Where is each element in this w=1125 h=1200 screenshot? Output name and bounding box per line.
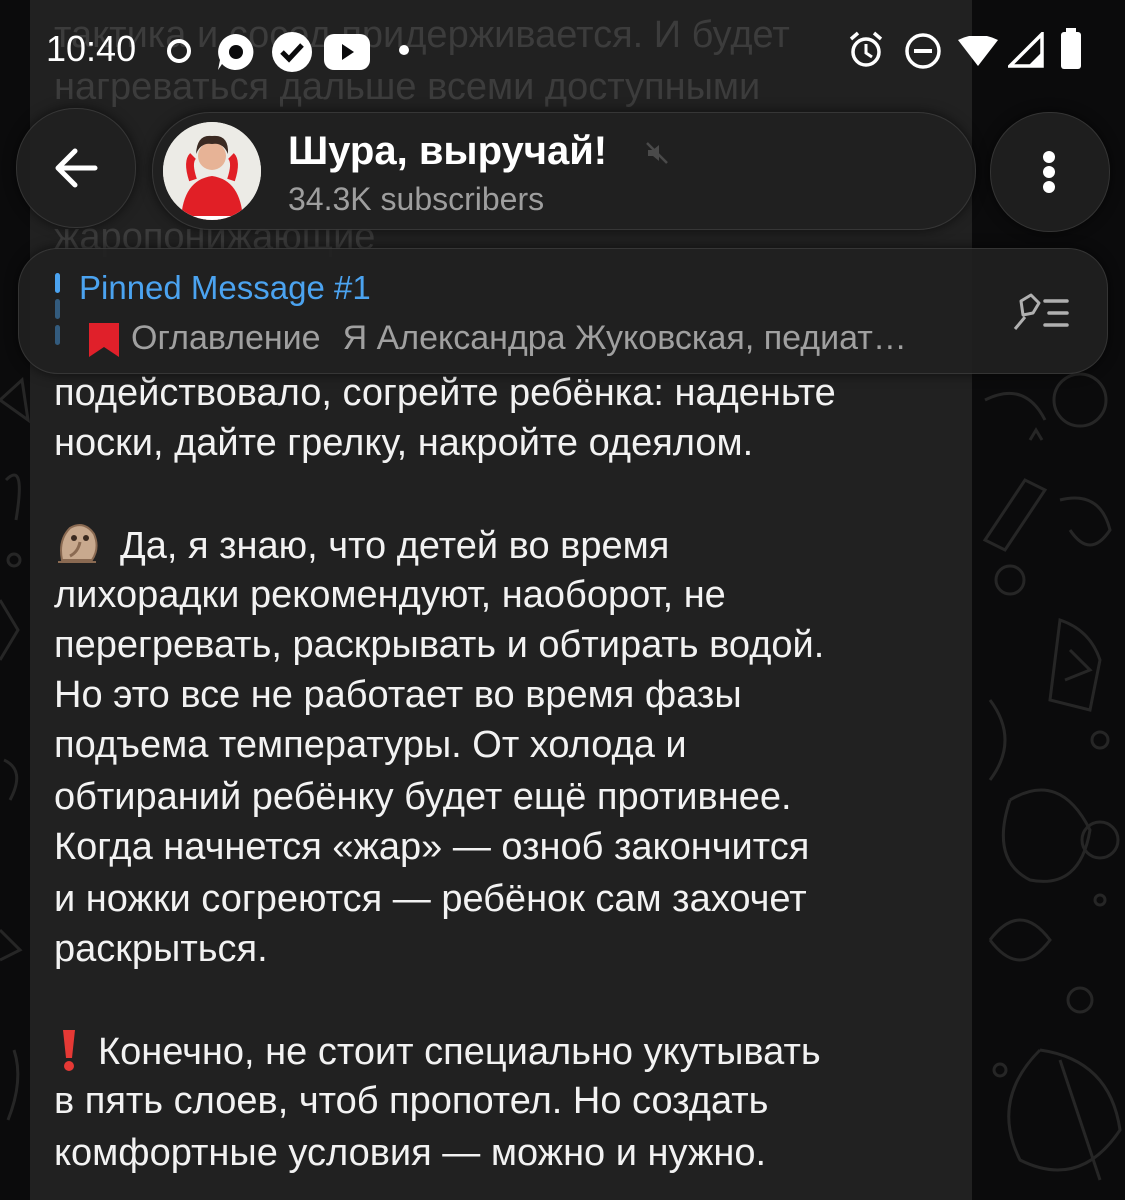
message-text-line: подъема температуры. От холода и bbox=[54, 724, 687, 766]
cellular-signal-icon bbox=[1008, 32, 1044, 68]
message-text: Да, я знаю, что детей во время bbox=[120, 525, 670, 567]
message-text-line: комфортные условия — можно и нужно. bbox=[54, 1132, 767, 1174]
message-text: Конечно, не стоит специально укутывать bbox=[98, 1031, 821, 1073]
exclamation-emoji-icon bbox=[63, 1030, 75, 1071]
youtube-icon bbox=[324, 34, 370, 70]
message-text-line: раскрыться. bbox=[54, 928, 268, 970]
pinned-message-bar[interactable]: Pinned Message #1 Оглавление Я Александра… bbox=[18, 248, 1108, 374]
message-text-line: и ножки согреются — ребёнок сам захочет bbox=[54, 878, 807, 920]
message-text-line: Конечно, не стоит специально укутывать bbox=[54, 1026, 821, 1077]
pinned-indicator bbox=[55, 273, 60, 293]
channel-avatar[interactable] bbox=[163, 122, 261, 220]
do-not-disturb-icon bbox=[905, 33, 941, 69]
arrow-left-icon bbox=[55, 148, 98, 188]
pinned-indicator bbox=[55, 299, 60, 319]
message-text-line: перегревать, раскрывать и обтирать водой… bbox=[54, 624, 825, 666]
more-notifications-icon bbox=[399, 45, 409, 55]
message-text-line: Когда начнется «жар» — озноб закончится bbox=[54, 826, 810, 868]
bookmark-icon bbox=[89, 323, 119, 357]
message-text-line: подействовало, согрейте ребёнка: наденьт… bbox=[54, 372, 836, 414]
more-options-button[interactable] bbox=[990, 112, 1110, 232]
avatar-image bbox=[163, 122, 261, 220]
message-text-line: в пять слоев, чтоб пропотел. Но создать bbox=[54, 1080, 769, 1122]
notification-icon bbox=[167, 39, 191, 63]
pinned-preview-title: Оглавление bbox=[131, 319, 321, 357]
wifi-icon bbox=[958, 36, 998, 66]
message-text-line: лихорадки рекомендуют, наоборот, не bbox=[54, 574, 726, 616]
alarm-icon bbox=[849, 31, 883, 67]
status-time: 10:40 bbox=[46, 28, 137, 69]
chat-bubble-icon bbox=[218, 34, 254, 70]
pinned-indicator bbox=[55, 325, 60, 345]
elephant-emoji-icon bbox=[58, 524, 98, 563]
status-bar: 10:40 bbox=[0, 0, 1125, 100]
pinned-list-icon[interactable] bbox=[1009, 293, 1071, 333]
message-text-line: Но это все не работает во время фазы bbox=[54, 674, 742, 716]
pinned-preview: Оглавление Я Александра Жуковская, педиат… bbox=[131, 319, 907, 358]
subscriber-count: 34.3K subscribers bbox=[288, 181, 545, 217]
channel-title: Шура, выручай! bbox=[288, 129, 608, 173]
check-circle-icon bbox=[272, 32, 312, 72]
muted-icon bbox=[646, 142, 668, 164]
message-text-line: носки, дайте грелку, накройте одеялом. bbox=[54, 422, 754, 464]
pinned-title: Pinned Message #1 bbox=[79, 269, 371, 306]
message-text-line: Да, я знаю, что детей во время bbox=[54, 520, 669, 571]
battery-icon bbox=[1061, 28, 1081, 69]
message-text-line: обтираний ребёнку будет ещё противнее. bbox=[54, 776, 792, 818]
pinned-preview-text: Я Александра Жуковская, педиат… bbox=[342, 319, 907, 357]
back-button[interactable] bbox=[16, 108, 136, 228]
channel-header[interactable]: Шура, выручай! 34.3K subscribers bbox=[152, 112, 976, 230]
